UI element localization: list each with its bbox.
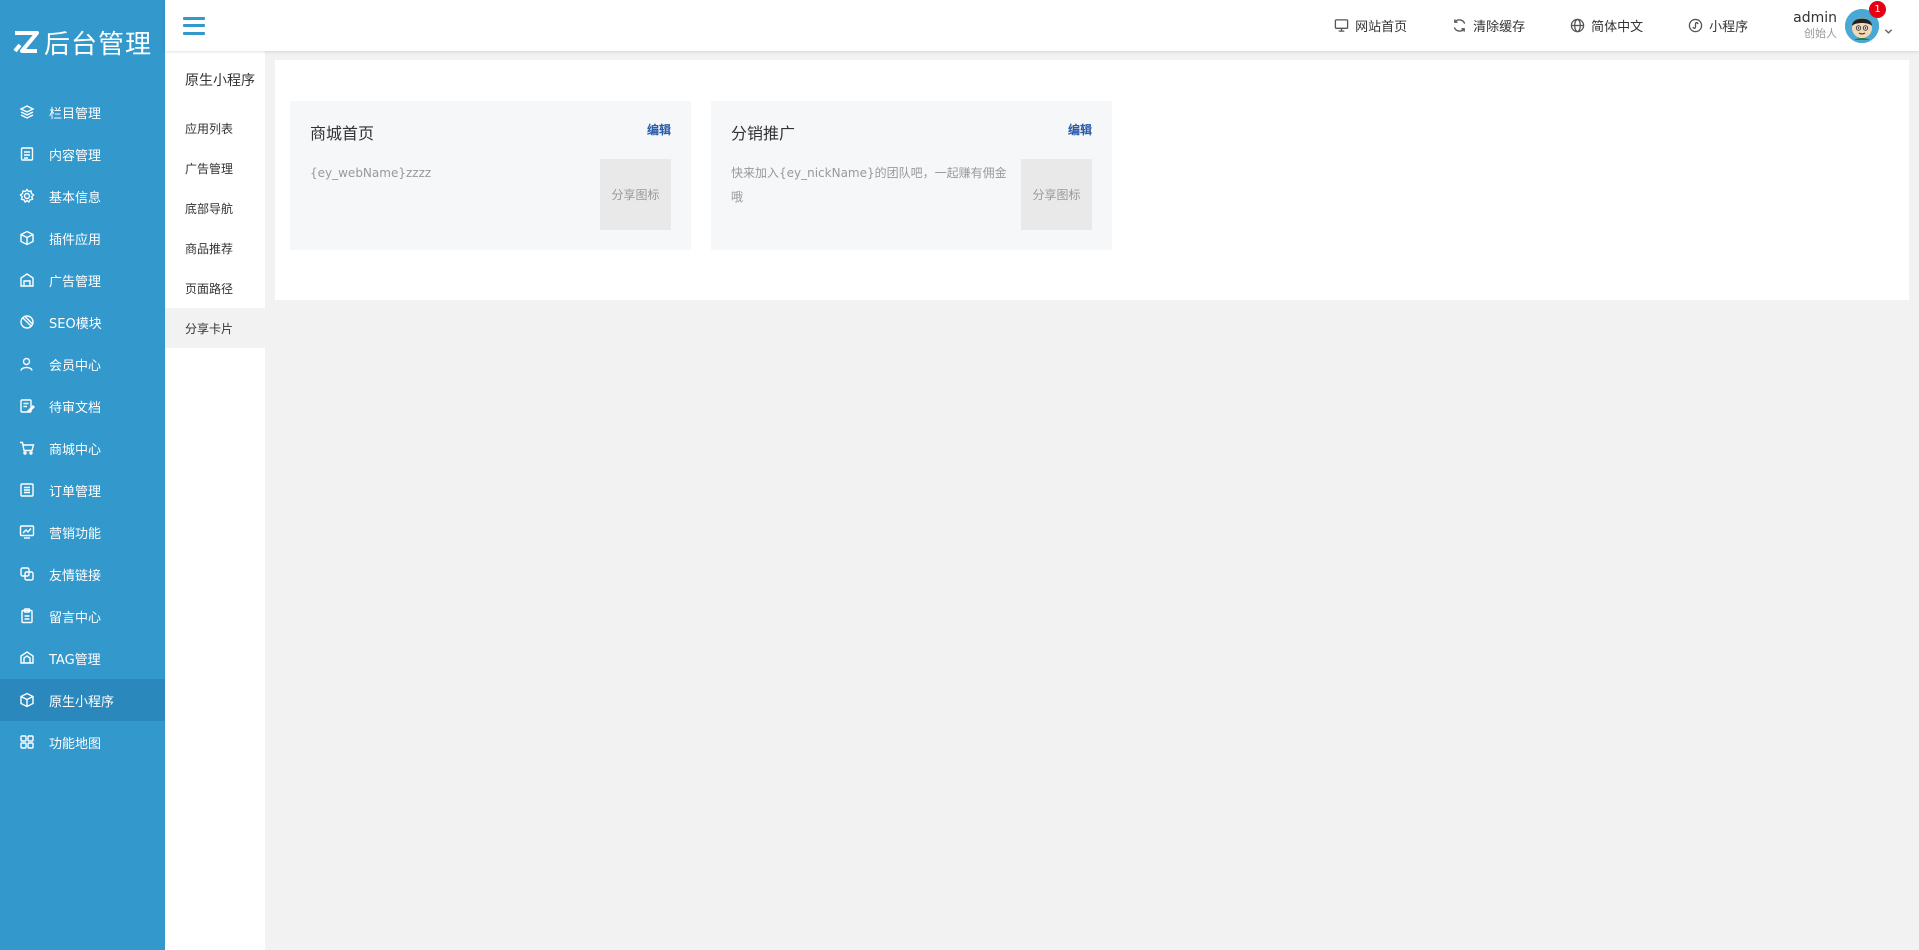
sidebar-item-label: 基本信息 [49, 190, 102, 206]
sidebar-item-label: SEO模块 [49, 316, 102, 332]
sidebar-item-label: TAG管理 [49, 652, 101, 668]
refresh-icon [1453, 19, 1466, 32]
logo-mark-icon [13, 31, 39, 53]
card-title: 商城首页 [310, 124, 375, 143]
chart-icon [19, 524, 35, 540]
layers-icon [19, 104, 35, 120]
sidebar-item-basic-info[interactable]: 基本信息 [0, 175, 165, 217]
sidebar-item-label: 友情链接 [49, 568, 102, 584]
menu-toggle-icon[interactable] [183, 16, 205, 35]
share-icon-placeholder: 分享图标 [600, 159, 671, 230]
sidebar-item-members[interactable]: 会员中心 [0, 343, 165, 385]
share-card: 分销推广 编辑 快来加入{ey_nickName}的团队吧，一起赚有佣金哦 分享… [711, 101, 1112, 250]
monitor-icon [1334, 19, 1349, 32]
gear-icon [19, 188, 35, 204]
sidebar-item-label: 功能地图 [49, 736, 102, 752]
sidebar-item-plugins[interactable]: 插件应用 [0, 217, 165, 259]
sidebar-item-tags[interactable]: TAG管理 [0, 637, 165, 679]
subnav-item-ads[interactable]: 广告管理 [165, 148, 265, 188]
link-icon [19, 566, 35, 582]
clear-cache-link[interactable]: 清除缓存 [1452, 16, 1525, 35]
list-icon [19, 482, 35, 498]
sidebar-item-marketing[interactable]: 营销功能 [0, 511, 165, 553]
sidebar-item-feature-map[interactable]: 功能地图 [0, 721, 165, 763]
sidebar-item-label: 商城中心 [49, 442, 102, 458]
sidebar-item-messages[interactable]: 留言中心 [0, 595, 165, 637]
notification-badge: 1 [1869, 0, 1886, 18]
ad-icon [19, 272, 35, 288]
miniprogram-link[interactable]: 小程序 [1688, 16, 1748, 35]
sidebar-item-label: 待审文档 [49, 400, 102, 416]
sidebar-item-orders[interactable]: 订单管理 [0, 469, 165, 511]
avatar[interactable]: 1 [1845, 0, 1886, 43]
site-home-link[interactable]: 网站首页 [1334, 16, 1407, 35]
subnav-item-share-card[interactable]: 分享卡片 [165, 308, 265, 348]
sidebar-item-label: 营销功能 [49, 526, 102, 542]
grid-icon [19, 734, 35, 750]
main-sidebar: 后台管理 栏目管理 内容管理 基本信息 插件应用 广告管理 SEO模块 会员中心… [0, 0, 165, 950]
card-description: 快来加入{ey_nickName}的团队吧，一起赚有佣金哦 [731, 166, 1007, 204]
sidebar-item-mall[interactable]: 商城中心 [0, 427, 165, 469]
sub-sidebar-title: 原生小程序 [185, 72, 255, 89]
logo-text: 后台管理 [44, 29, 153, 60]
chevron-down-icon[interactable] [1884, 21, 1893, 34]
subnav-item-app-list[interactable]: 应用列表 [165, 108, 265, 148]
sidebar-nav: 栏目管理 内容管理 基本信息 插件应用 广告管理 SEO模块 会员中心 待审文档… [0, 91, 165, 763]
main-content: 商城首页 编辑 {ey_webName}zzzz 分享图标 分销推广 编辑 快来… [275, 60, 1909, 300]
user-names: admin 创始人 [1793, 10, 1837, 41]
top-bar: 网站首页 清除缓存 简体中文 小程序 admin 创始人 1 [165, 0, 1919, 51]
edit-button[interactable]: 编辑 [647, 121, 671, 138]
logo[interactable]: 后台管理 [0, 0, 165, 84]
cart-icon [19, 440, 35, 456]
sidebar-item-pending-docs[interactable]: 待审文档 [0, 385, 165, 427]
user-name: admin [1793, 9, 1837, 26]
seo-icon [19, 314, 35, 330]
subnav-item-page-path[interactable]: 页面路径 [165, 268, 265, 308]
clipboard-icon [19, 608, 35, 624]
site-home-label: 网站首页 [1355, 20, 1408, 35]
sidebar-item-ads[interactable]: 广告管理 [0, 259, 165, 301]
sidebar-item-links[interactable]: 友情链接 [0, 553, 165, 595]
top-right-links: 网站首页 清除缓存 简体中文 小程序 admin 创始人 1 [1334, 0, 1919, 51]
user-icon [19, 356, 35, 372]
share-card: 商城首页 编辑 {ey_webName}zzzz 分享图标 [290, 101, 691, 250]
sidebar-item-seo[interactable]: SEO模块 [0, 301, 165, 343]
sub-sidebar: 原生小程序 应用列表 广告管理 底部导航 商品推荐 页面路径 分享卡片 [165, 51, 265, 950]
miniprogram-icon [1688, 18, 1703, 33]
language-label: 简体中文 [1591, 20, 1644, 35]
globe-icon [1570, 18, 1585, 33]
cube-icon [19, 692, 35, 708]
document-icon [19, 146, 35, 162]
tag-icon [19, 650, 35, 666]
sidebar-item-label: 内容管理 [49, 148, 102, 164]
cube-icon [19, 230, 35, 246]
share-icon-placeholder: 分享图标 [1021, 159, 1092, 230]
sidebar-item-label: 留言中心 [49, 610, 102, 626]
sidebar-item-label: 插件应用 [49, 232, 102, 248]
language-link[interactable]: 简体中文 [1570, 16, 1643, 35]
subnav-item-product-recommend[interactable]: 商品推荐 [165, 228, 265, 268]
card-description: {ey_webName}zzzz [310, 166, 432, 180]
edit-doc-icon [19, 398, 35, 414]
edit-button[interactable]: 编辑 [1068, 121, 1092, 138]
sidebar-item-label: 栏目管理 [49, 106, 102, 122]
user-role: 创始人 [1804, 27, 1837, 41]
sub-nav: 应用列表 广告管理 底部导航 商品推荐 页面路径 分享卡片 [165, 108, 265, 348]
user-menu[interactable]: admin 创始人 1 [1793, 0, 1893, 43]
sidebar-item-column[interactable]: 栏目管理 [0, 91, 165, 133]
clear-cache-label: 清除缓存 [1473, 20, 1526, 35]
card-title: 分销推广 [731, 124, 796, 143]
miniprogram-label: 小程序 [1709, 20, 1749, 35]
subnav-item-bottom-nav[interactable]: 底部导航 [165, 188, 265, 228]
sidebar-item-label: 原生小程序 [49, 694, 115, 710]
sidebar-item-content[interactable]: 内容管理 [0, 133, 165, 175]
sidebar-item-miniprogram[interactable]: 原生小程序 [0, 679, 165, 721]
sidebar-item-label: 广告管理 [49, 274, 102, 290]
sidebar-item-label: 会员中心 [49, 358, 102, 374]
sidebar-item-label: 订单管理 [49, 484, 102, 500]
